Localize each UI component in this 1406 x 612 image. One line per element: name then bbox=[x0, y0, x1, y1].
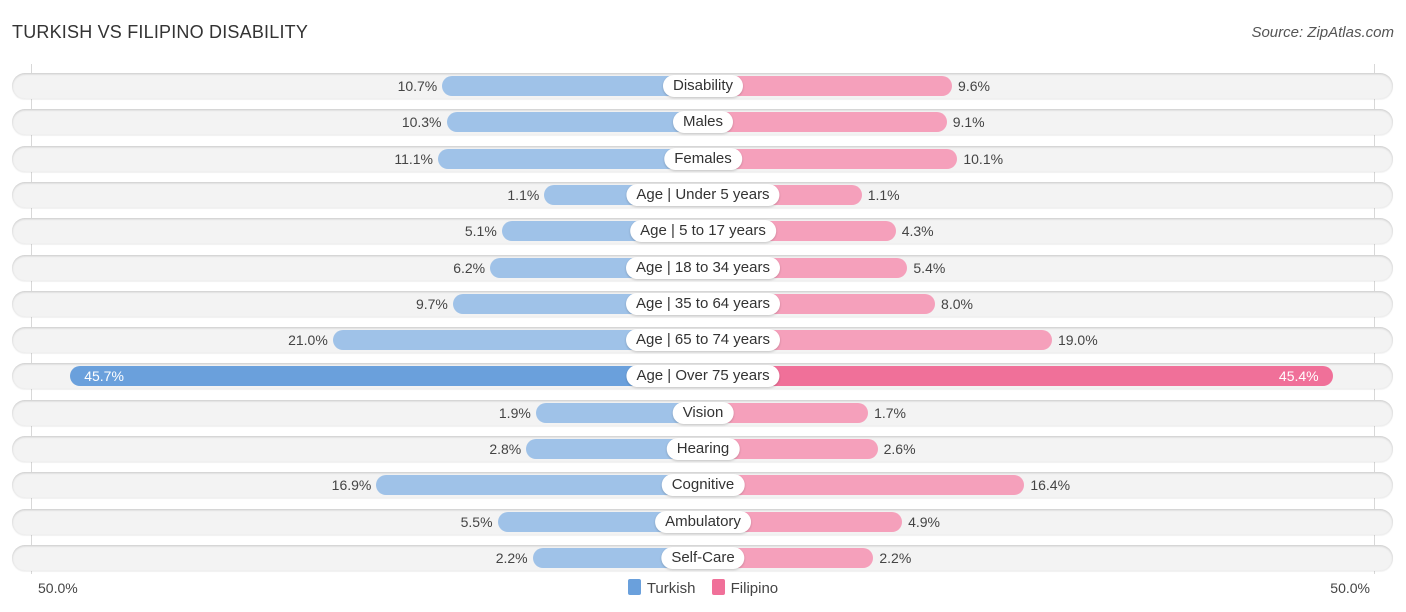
category-label: Males bbox=[672, 111, 734, 134]
category-label: Disability bbox=[662, 75, 744, 97]
value-label-filipino: 10.1% bbox=[963, 150, 1004, 167]
category-label: Self-Care bbox=[661, 546, 745, 569]
value-label-turkish: 21.0% bbox=[288, 332, 328, 349]
value-label-turkish: 16.9% bbox=[331, 477, 372, 494]
value-label-turkish: 45.7% bbox=[84, 368, 124, 385]
value-label-turkish: 11.1% bbox=[394, 150, 434, 167]
bar-turkish[interactable] bbox=[446, 112, 703, 133]
value-label-filipino: 45.4% bbox=[1278, 368, 1319, 385]
category-label: Age | 35 to 64 years bbox=[626, 292, 780, 315]
value-label-turkish: 2.2% bbox=[495, 549, 528, 566]
value-label-turkish: 10.7% bbox=[397, 78, 438, 94]
category-label: Cognitive bbox=[661, 474, 745, 497]
value-label-filipino: 8.0% bbox=[941, 295, 973, 312]
value-label-turkish: 1.1% bbox=[507, 186, 540, 203]
value-label-filipino: 16.4% bbox=[1030, 477, 1071, 494]
legend-swatch-filipino bbox=[711, 579, 725, 595]
value-label-turkish: 10.3% bbox=[401, 114, 442, 131]
value-label-filipino: 4.9% bbox=[908, 513, 940, 530]
source-label: Source: ZipAtlas.com bbox=[1251, 24, 1394, 41]
chart-title: TURKISH VS FILIPINO DISABILITY bbox=[12, 22, 309, 42]
value-label-turkish: 5.1% bbox=[464, 223, 497, 240]
value-label-filipino: 2.6% bbox=[883, 441, 916, 457]
value-label-turkish: 6.2% bbox=[453, 259, 486, 276]
legend-item-turkish[interactable]: Turkish bbox=[627, 579, 696, 597]
bar-filipino[interactable] bbox=[703, 112, 947, 133]
value-label-turkish: 5.5% bbox=[460, 513, 493, 530]
bar-turkish[interactable] bbox=[438, 148, 703, 169]
value-label-turkish: 9.7% bbox=[415, 295, 448, 312]
legend-swatch-turkish bbox=[627, 579, 641, 595]
category-label: Vision bbox=[672, 401, 734, 424]
bar-turkish[interactable] bbox=[70, 366, 703, 387]
value-label-filipino: 1.7% bbox=[874, 404, 906, 421]
category-label: Age | 65 to 74 years bbox=[626, 329, 780, 352]
value-label-filipino: 9.6% bbox=[958, 78, 990, 94]
legend: Turkish Filipino bbox=[0, 579, 1406, 597]
category-label: Age | 18 to 34 years bbox=[626, 256, 780, 279]
value-label-filipino: 19.0% bbox=[1057, 332, 1098, 349]
value-label-filipino: 4.3% bbox=[901, 223, 934, 240]
value-label-filipino: 1.1% bbox=[867, 186, 900, 203]
category-label: Hearing bbox=[666, 438, 740, 460]
bar-filipino[interactable] bbox=[703, 366, 1333, 387]
bar-turkish[interactable] bbox=[376, 475, 703, 496]
category-label: Ambulatory bbox=[655, 510, 751, 533]
value-label-filipino: 9.1% bbox=[952, 114, 985, 131]
value-label-filipino: 2.2% bbox=[879, 549, 912, 566]
value-label-filipino: 5.4% bbox=[913, 259, 946, 276]
legend-label-turkish: Turkish bbox=[646, 580, 696, 597]
legend-item-filipino[interactable]: Filipino bbox=[711, 579, 779, 597]
category-label: Females bbox=[664, 147, 742, 170]
category-label: Age | Under 5 years bbox=[626, 183, 780, 206]
category-label: Age | Over 75 years bbox=[626, 365, 780, 388]
bar-filipino[interactable] bbox=[703, 475, 1025, 496]
legend-label-filipino: Filipino bbox=[730, 580, 779, 597]
category-label: Age | 5 to 17 years bbox=[630, 220, 776, 243]
value-label-turkish: 1.9% bbox=[498, 404, 531, 421]
value-label-turkish: 2.8% bbox=[489, 441, 522, 457]
